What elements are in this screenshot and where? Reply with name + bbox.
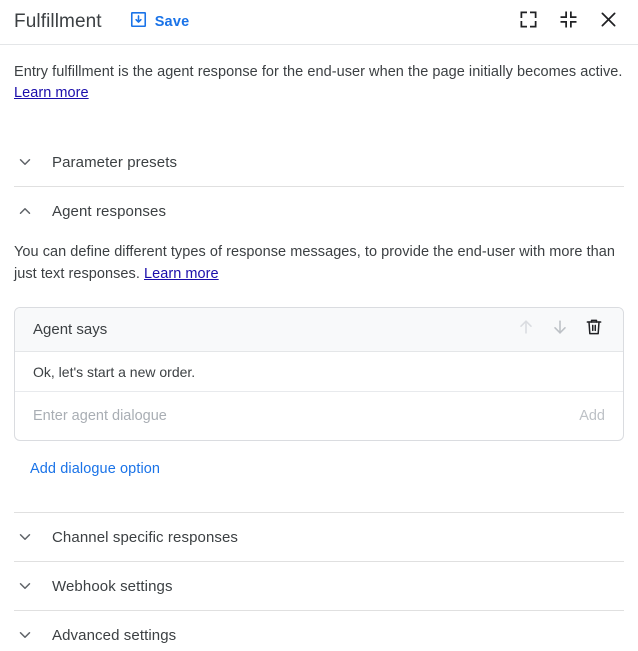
section-advanced-settings[interactable]: Advanced settings xyxy=(14,611,624,651)
dialogue-input-row: Add xyxy=(15,392,623,440)
agent-responses-learn-more-link[interactable]: Learn more xyxy=(144,266,219,282)
add-dialogue-button[interactable]: Add xyxy=(569,408,605,424)
dialogue-item[interactable]: Ok, let's start a new order. xyxy=(15,352,623,392)
agent-dialogue-input[interactable] xyxy=(33,408,569,424)
chevron-down-icon xyxy=(14,151,36,173)
spacer xyxy=(14,104,624,138)
fullscreen-expand-icon xyxy=(519,10,538,34)
add-dialogue-option-link[interactable]: Add dialogue option xyxy=(30,461,160,477)
agent-responses-description-text: You can define different types of respon… xyxy=(14,244,615,282)
chevron-down-icon xyxy=(14,575,36,597)
intro-learn-more-link[interactable]: Learn more xyxy=(14,85,89,101)
panel-header: Fulfillment Save xyxy=(0,0,638,45)
chevron-down-icon xyxy=(14,624,36,646)
close-button[interactable] xyxy=(592,6,624,38)
section-agent-responses[interactable]: Agent responses xyxy=(14,187,624,235)
section-advanced-settings-label: Advanced settings xyxy=(52,627,176,644)
chevron-up-icon xyxy=(14,200,36,222)
section-channel-specific-responses[interactable]: Channel specific responses xyxy=(14,513,624,561)
trash-icon xyxy=(584,317,604,342)
save-icon xyxy=(129,10,148,34)
spacer xyxy=(14,478,624,512)
agent-says-title: Agent says xyxy=(33,321,107,338)
fullscreen-collapse-icon xyxy=(559,10,578,34)
agent-says-card: Agent says xyxy=(14,307,624,441)
agent-responses-description: You can define different types of respon… xyxy=(14,241,624,285)
save-button-label: Save xyxy=(155,14,190,30)
move-down-button[interactable] xyxy=(543,313,577,347)
intro-paragraph: Entry fulfillment is the agent response … xyxy=(14,45,624,104)
move-up-button[interactable] xyxy=(509,313,543,347)
close-icon xyxy=(598,9,619,35)
save-button[interactable]: Save xyxy=(129,10,190,34)
fulfillment-panel: Fulfillment Save xyxy=(0,0,638,651)
agent-says-card-header: Agent says xyxy=(15,308,623,352)
section-parameter-presets[interactable]: Parameter presets xyxy=(14,138,624,186)
section-parameter-presets-label: Parameter presets xyxy=(52,154,177,171)
fullscreen-expand-button[interactable] xyxy=(512,6,544,38)
section-agent-responses-label: Agent responses xyxy=(52,203,166,220)
section-channel-specific-responses-label: Channel specific responses xyxy=(52,529,238,546)
chevron-down-icon xyxy=(14,526,36,548)
intro-text: Entry fulfillment is the agent response … xyxy=(14,64,623,80)
fullscreen-collapse-button[interactable] xyxy=(552,6,584,38)
arrow-up-icon xyxy=(516,317,536,342)
dialogue-item-text: Ok, let's start a new order. xyxy=(33,364,195,380)
section-webhook-settings-label: Webhook settings xyxy=(52,578,173,595)
page-title: Fulfillment xyxy=(14,11,102,33)
arrow-down-icon xyxy=(550,317,570,342)
section-webhook-settings[interactable]: Webhook settings xyxy=(14,562,624,610)
delete-response-button[interactable] xyxy=(577,313,611,347)
panel-body: Entry fulfillment is the agent response … xyxy=(0,45,638,651)
